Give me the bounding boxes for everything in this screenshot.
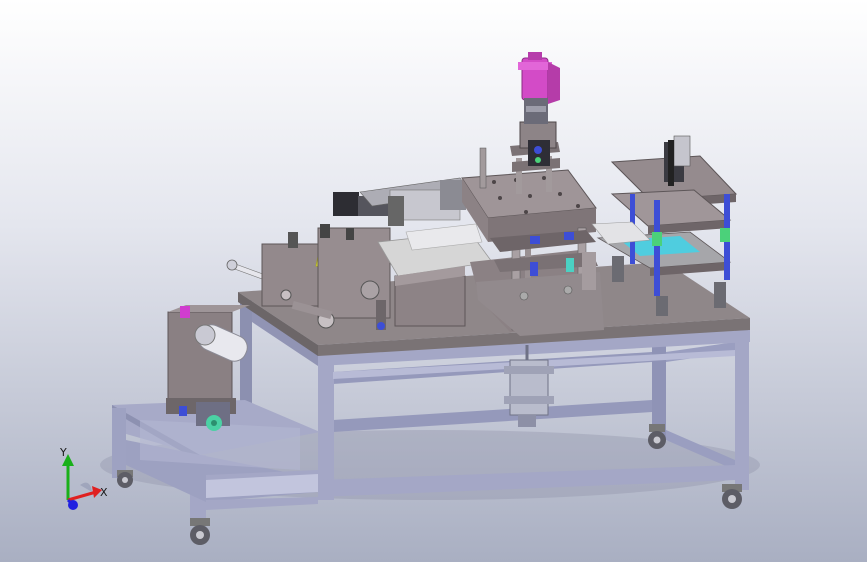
x-axis-label: X [100, 486, 108, 499]
caster-front-left [190, 518, 210, 545]
caster-front-right [722, 484, 742, 509]
pneumatic-cylinder [504, 345, 554, 427]
punch-press-station[interactable] [461, 121, 604, 336]
triad-plane-icon [80, 482, 92, 492]
y-axis-label: Y [59, 446, 67, 459]
cad-viewport[interactable]: Y X [0, 0, 867, 562]
caster-back-left [117, 470, 133, 488]
x-axis-arrow [67, 490, 97, 502]
machine-assembly-model[interactable]: Y X [0, 0, 867, 562]
servo-feeder[interactable] [333, 177, 471, 226]
coordinate-triad[interactable]: Y X [59, 446, 108, 510]
servo-motor-pink[interactable] [518, 52, 560, 124]
z-axis-dot-icon [68, 500, 78, 510]
caster-back-right [648, 424, 666, 449]
